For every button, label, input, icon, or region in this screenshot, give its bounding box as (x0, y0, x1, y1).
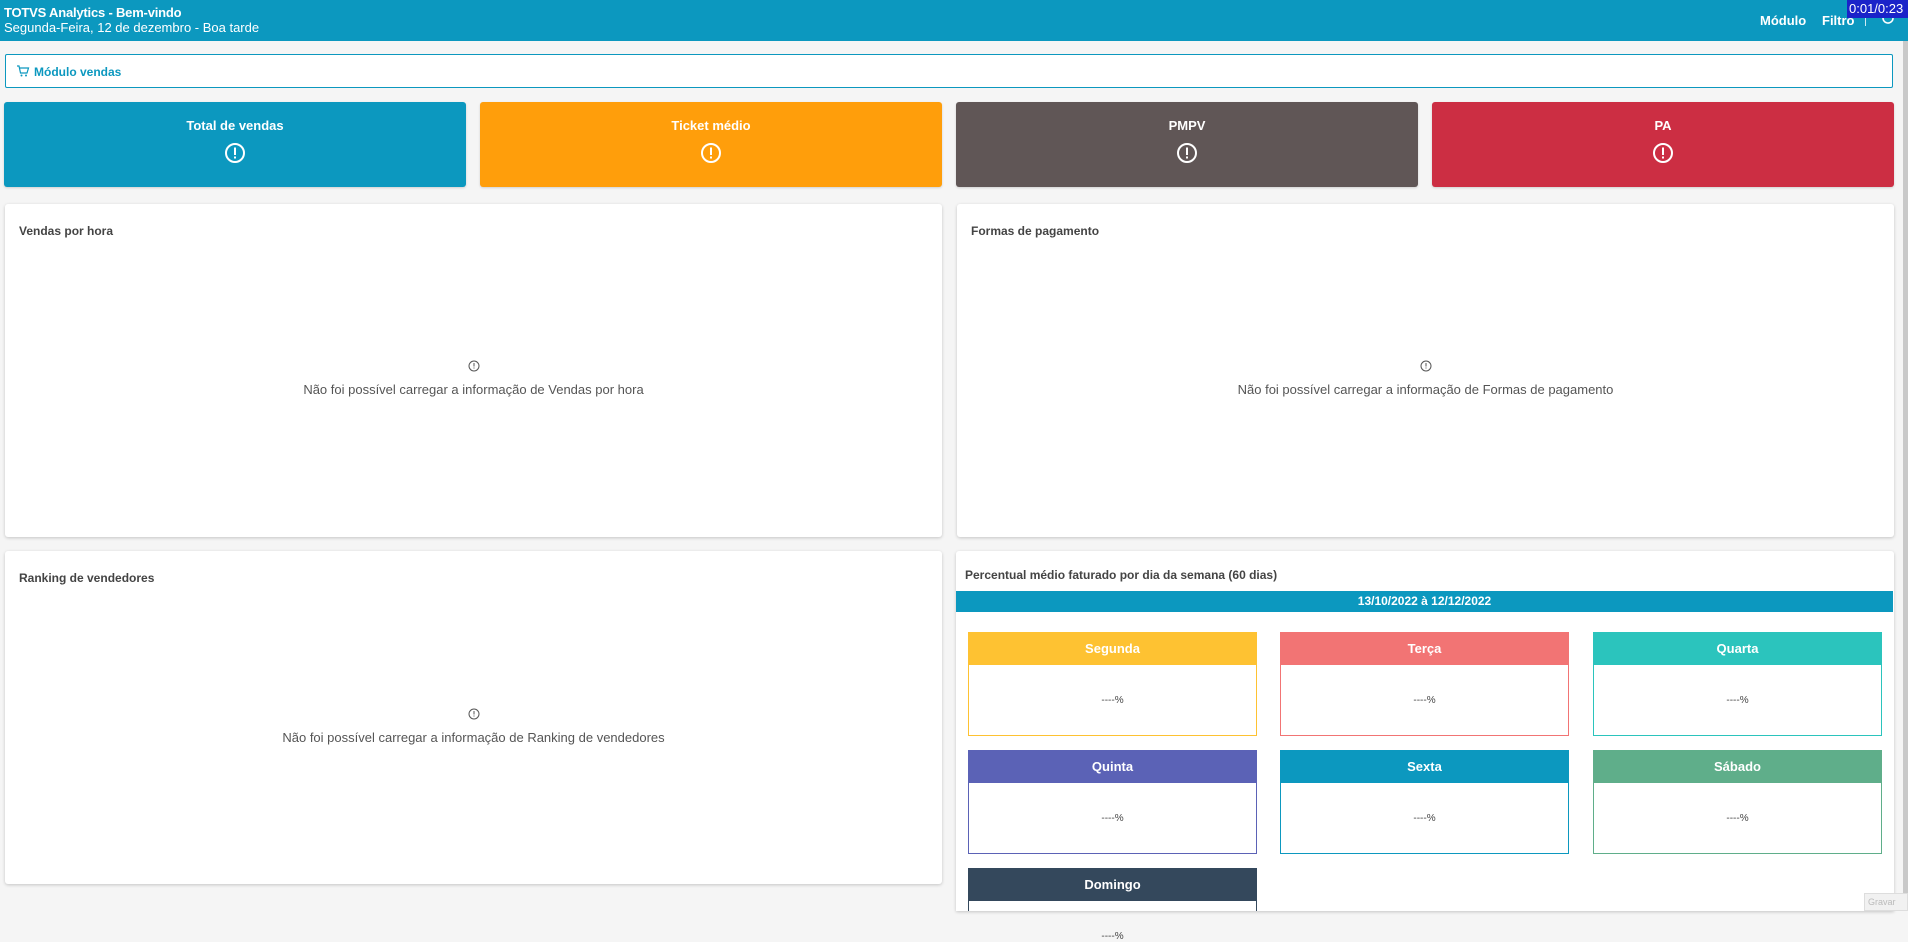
day-label: Sexta (1281, 751, 1568, 783)
module-selector[interactable]: Módulo vendas (5, 54, 1893, 88)
day-percent: ----% (1726, 695, 1749, 706)
kpi-pmpv[interactable]: PMPV (956, 102, 1418, 187)
card-title: Vendas por hora (19, 224, 114, 238)
kpi-label: Ticket médio (671, 118, 751, 133)
card-title: Formas de pagamento (971, 224, 1100, 238)
card-formas-de-pagamento: Formas de pagamento Não foi possível car… (957, 204, 1894, 537)
error-message: Não foi possível carregar a informação d… (282, 730, 665, 745)
card-title: Ranking de vendedores (19, 571, 155, 585)
date-range-band: 13/10/2022 à 12/12/2022 (956, 591, 1893, 612)
day-box-terca: Terça ----% (1280, 632, 1569, 736)
day-percent: ----% (1413, 695, 1436, 706)
kpi-label: PA (1654, 118, 1672, 133)
kpi-ticket-medio[interactable]: Ticket médio (480, 102, 942, 187)
alert-circle-icon (1653, 143, 1673, 163)
day-label: Segunda (969, 633, 1256, 665)
alert-circle-icon (225, 143, 245, 163)
kpi-label: PMPV (1168, 118, 1206, 133)
card-vendas-por-hora: Vendas por hora Não foi possível carrega… (5, 204, 942, 537)
card-ranking-de-vendedores: Ranking de vendedores Não foi possível c… (5, 551, 942, 884)
day-box-segunda: Segunda ----% (968, 632, 1257, 736)
day-label: Quarta (1594, 633, 1881, 665)
cart-icon (17, 65, 30, 77)
info-icon (468, 708, 479, 720)
day-percent: ----% (1101, 931, 1124, 942)
day-box-quinta: Quinta ----% (968, 750, 1257, 854)
day-box-quarta: Quarta ----% (1593, 632, 1882, 736)
day-box-domingo: Domingo ----% (968, 868, 1257, 942)
day-label: Terça (1281, 633, 1568, 665)
day-box-sabado: Sábado ----% (1593, 750, 1882, 854)
module-label: Módulo vendas (34, 65, 122, 79)
error-message: Não foi possível carregar a informação d… (1237, 382, 1614, 397)
day-box-sexta: Sexta ----% (1280, 750, 1569, 854)
kpi-total-vendas[interactable]: Total de vendas (4, 102, 466, 187)
app-title: TOTVS Analytics - Bem-vindo (4, 5, 182, 20)
scrollbar-thumb[interactable] (1903, 41, 1908, 911)
modulo-menu-button[interactable]: Módulo (1760, 13, 1806, 28)
info-icon (1420, 360, 1431, 372)
kpi-label: Total de vendas (186, 118, 284, 133)
page-scrollbar[interactable] (1903, 41, 1908, 911)
day-label: Sábado (1594, 751, 1881, 783)
day-percent: ----% (1101, 695, 1124, 706)
video-timer: 0:01/0:23 (1847, 0, 1908, 18)
day-label: Quinta (969, 751, 1256, 783)
day-percent: ----% (1413, 813, 1436, 824)
kpi-pa[interactable]: PA (1432, 102, 1894, 187)
alert-circle-icon (1177, 143, 1197, 163)
day-label: Domingo (969, 869, 1256, 901)
top-bar: TOTVS Analytics - Bem-vindo Segunda-Feir… (0, 0, 1908, 41)
info-icon (468, 360, 479, 372)
alert-circle-icon (701, 143, 721, 163)
day-percent: ----% (1101, 813, 1124, 824)
error-message: Não foi possível carregar a informação d… (303, 382, 644, 397)
card-title: Percentual médio faturado por dia da sem… (965, 568, 1278, 582)
greeting-subtitle: Segunda-Feira, 12 de dezembro - Boa tard… (4, 20, 260, 35)
corner-button[interactable]: Gravar (1864, 893, 1908, 911)
day-percent: ----% (1726, 813, 1749, 824)
